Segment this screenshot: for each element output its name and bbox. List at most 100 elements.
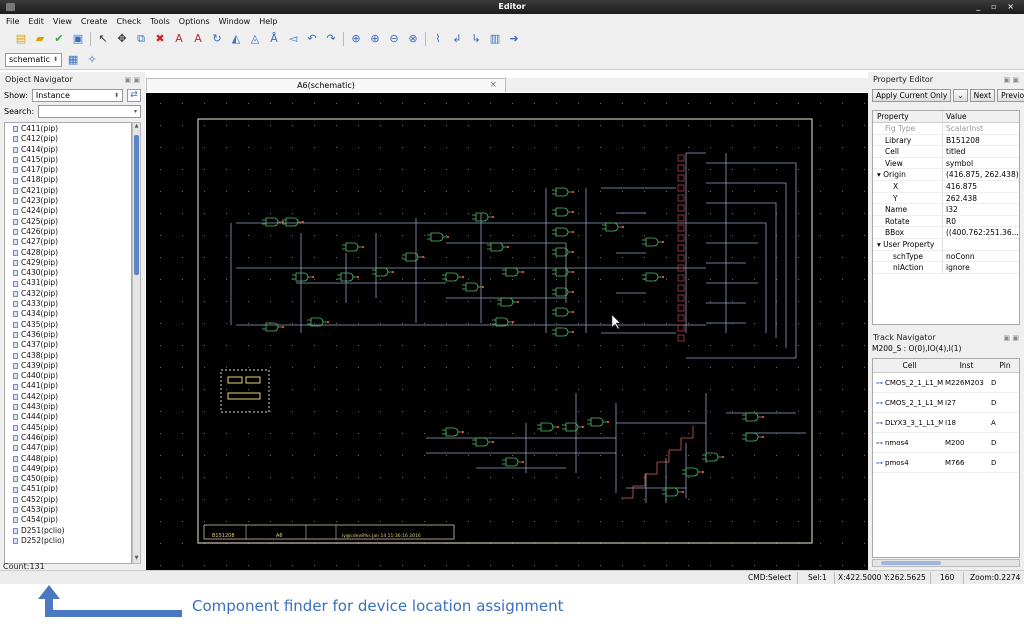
- view-select[interactable]: schematic ⬍: [5, 52, 63, 67]
- delete-icon[interactable]: ✖: [153, 32, 167, 46]
- redo-icon[interactable]: ↷: [324, 32, 338, 46]
- property-value[interactable]: I32: [943, 204, 1019, 215]
- track-table[interactable]: Cell Inst Pin ⊶ CMOS_2_1_L1_M2 M226M203 D ⊶ C…: [872, 358, 1020, 558]
- table-row[interactable]: ⊶ pmos4 M766 D: [873, 453, 1019, 473]
- hierarchy-icon[interactable]: ↳: [469, 32, 483, 46]
- window-controls[interactable]: _ ▫ ×: [976, 0, 1018, 14]
- table-row[interactable]: ⊶ CMOS_2_1_L1_M2 I27 D: [873, 393, 1019, 413]
- check-icon[interactable]: ✔: [52, 32, 66, 46]
- table-row[interactable]: ⊶ CMOS_2_1_L1_M2 M226M203 D: [873, 373, 1019, 393]
- list-item[interactable]: C437(pip): [5, 340, 131, 350]
- property-row[interactable]: Y 262.438: [873, 192, 1019, 205]
- list-item[interactable]: C412(pip): [5, 134, 131, 144]
- netlist-icon[interactable]: ↲: [450, 32, 464, 46]
- next-button[interactable]: Next: [969, 89, 996, 102]
- scroll-thumb[interactable]: [134, 135, 139, 275]
- table-row[interactable]: ⊶ nmos4 M200 D: [873, 433, 1019, 453]
- property-value[interactable]: ignore: [943, 262, 1019, 273]
- list-item[interactable]: C427(pip): [5, 237, 131, 247]
- list-item[interactable]: C417(pip): [5, 165, 131, 175]
- list-item[interactable]: C423(pip): [5, 196, 131, 206]
- probe-icon[interactable]: ➜: [507, 32, 521, 46]
- property-value[interactable]: (416.875, 262.438): [943, 169, 1019, 180]
- property-row[interactable]: View symbol: [873, 157, 1019, 170]
- apply-dropdown-button[interactable]: ⌄: [953, 89, 968, 102]
- text-icon[interactable]: ◬: [248, 32, 262, 46]
- menu-check[interactable]: Check: [116, 17, 141, 26]
- show-select[interactable]: Instance ⬍: [31, 88, 123, 102]
- pan-icon[interactable]: ✧: [85, 53, 99, 67]
- list-item[interactable]: C433(pip): [5, 299, 131, 309]
- refresh-icon[interactable]: ⇄: [127, 88, 141, 102]
- list-item[interactable]: C438(pip): [5, 351, 131, 361]
- list-item[interactable]: C430(pip): [5, 268, 131, 278]
- list-item[interactable]: C448(pip): [5, 454, 131, 464]
- track-table-scrollbar[interactable]: [872, 559, 1020, 567]
- list-item[interactable]: C428(pip): [5, 248, 131, 258]
- list-item[interactable]: C436(pip): [5, 330, 131, 340]
- panel-controls-icon[interactable]: ▣ ▣: [1004, 334, 1019, 342]
- list-item[interactable]: C445(pip): [5, 423, 131, 433]
- property-table[interactable]: Property Value Fig Type ScalarInst Library…: [872, 110, 1020, 325]
- list-item[interactable]: C452(pip): [5, 495, 131, 505]
- list-item[interactable]: C415(pip): [5, 155, 131, 165]
- list-item[interactable]: D252(pclio): [5, 536, 131, 546]
- list-item[interactable]: C411(pip): [5, 124, 131, 134]
- wire-icon[interactable]: ⌇: [431, 32, 445, 46]
- list-item[interactable]: C439(pip): [5, 361, 131, 371]
- list-item[interactable]: C426(pip): [5, 227, 131, 237]
- list-item[interactable]: C425(pip): [5, 217, 131, 227]
- remove-property-icon[interactable]: A: [191, 32, 205, 46]
- property-value[interactable]: [943, 239, 1019, 250]
- list-item[interactable]: C454(pip): [5, 515, 131, 525]
- zoom-out-icon[interactable]: ⊖: [387, 32, 401, 46]
- menu-file[interactable]: File: [6, 17, 19, 26]
- property-row[interactable]: X 416.875: [873, 180, 1019, 193]
- list-item[interactable]: C453(pip): [5, 505, 131, 515]
- menu-window[interactable]: Window: [219, 17, 251, 26]
- open-file-icon[interactable]: ▰: [33, 32, 47, 46]
- previous-button[interactable]: Previous: [997, 89, 1024, 102]
- table-row[interactable]: ⊶DLYX3_3_1_L1_M20I18 A: [873, 413, 1019, 433]
- property-value[interactable]: noConn: [943, 251, 1019, 262]
- list-item[interactable]: C424(pip): [5, 206, 131, 216]
- property-value[interactable]: ((400.762:251.36...: [943, 227, 1019, 238]
- menu-help[interactable]: Help: [259, 17, 277, 26]
- list-item[interactable]: C432(pip): [5, 289, 131, 299]
- rotate-icon[interactable]: ↻: [210, 32, 224, 46]
- apply-current-only-button[interactable]: Apply Current Only: [872, 89, 952, 102]
- add-property-icon[interactable]: A: [172, 32, 186, 46]
- list-item[interactable]: C431(pip): [5, 278, 131, 288]
- panel-controls-icon[interactable]: ▣ ▣: [125, 76, 140, 84]
- list-item[interactable]: C429(pip): [5, 258, 131, 268]
- list-item[interactable]: C414(pip): [5, 145, 131, 155]
- list-item[interactable]: C447(pip): [5, 443, 131, 453]
- new-file-icon[interactable]: ▤: [14, 32, 28, 46]
- list-item[interactable]: C443(pip): [5, 402, 131, 412]
- copy-icon[interactable]: ⧉: [134, 32, 148, 46]
- property-value[interactable]: R0: [943, 216, 1019, 227]
- menu-view[interactable]: View: [53, 17, 72, 26]
- property-value[interactable]: ScalarInst: [943, 123, 1019, 134]
- search-input[interactable]: ▾: [38, 104, 141, 118]
- menu-options[interactable]: Options: [179, 17, 210, 26]
- scroll-thumb[interactable]: [881, 561, 941, 565]
- menu-create[interactable]: Create: [81, 17, 108, 26]
- scroll-up-icon[interactable]: ▲: [133, 123, 140, 131]
- move-icon[interactable]: ✥: [115, 32, 129, 46]
- panel-controls-icon[interactable]: ▣ ▣: [1004, 76, 1019, 84]
- menu-tools[interactable]: Tools: [150, 17, 170, 26]
- list-item[interactable]: C441(pip): [5, 381, 131, 391]
- window-list-icon[interactable]: ▦: [66, 53, 80, 67]
- zoom-fit-icon[interactable]: ⊕: [349, 32, 363, 46]
- schematic-canvas[interactable]: B151208 A6 ly@cdev8%s Jan 14 11:36:16 20…: [146, 93, 868, 570]
- pin-icon[interactable]: ◅: [286, 32, 300, 46]
- property-row[interactable]: Cell titled: [873, 146, 1019, 158]
- property-row[interactable]: Fig Type ScalarInst: [873, 123, 1019, 135]
- label-icon[interactable]: ◭: [229, 32, 243, 46]
- list-item[interactable]: C450(pip): [5, 474, 131, 484]
- simulation-icon[interactable]: ▥: [488, 32, 502, 46]
- list-item[interactable]: C435(pip): [5, 320, 131, 330]
- list-item[interactable]: C449(pip): [5, 464, 131, 474]
- property-value[interactable]: B151208: [943, 135, 1019, 146]
